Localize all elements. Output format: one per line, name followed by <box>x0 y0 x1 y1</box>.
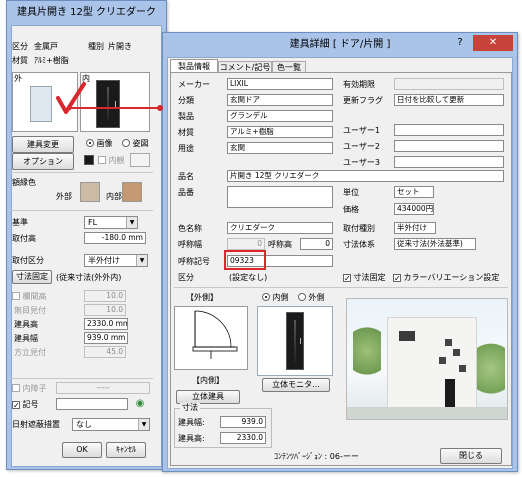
annotation-overlay <box>56 82 163 114</box>
connector-end-dot <box>157 105 163 111</box>
